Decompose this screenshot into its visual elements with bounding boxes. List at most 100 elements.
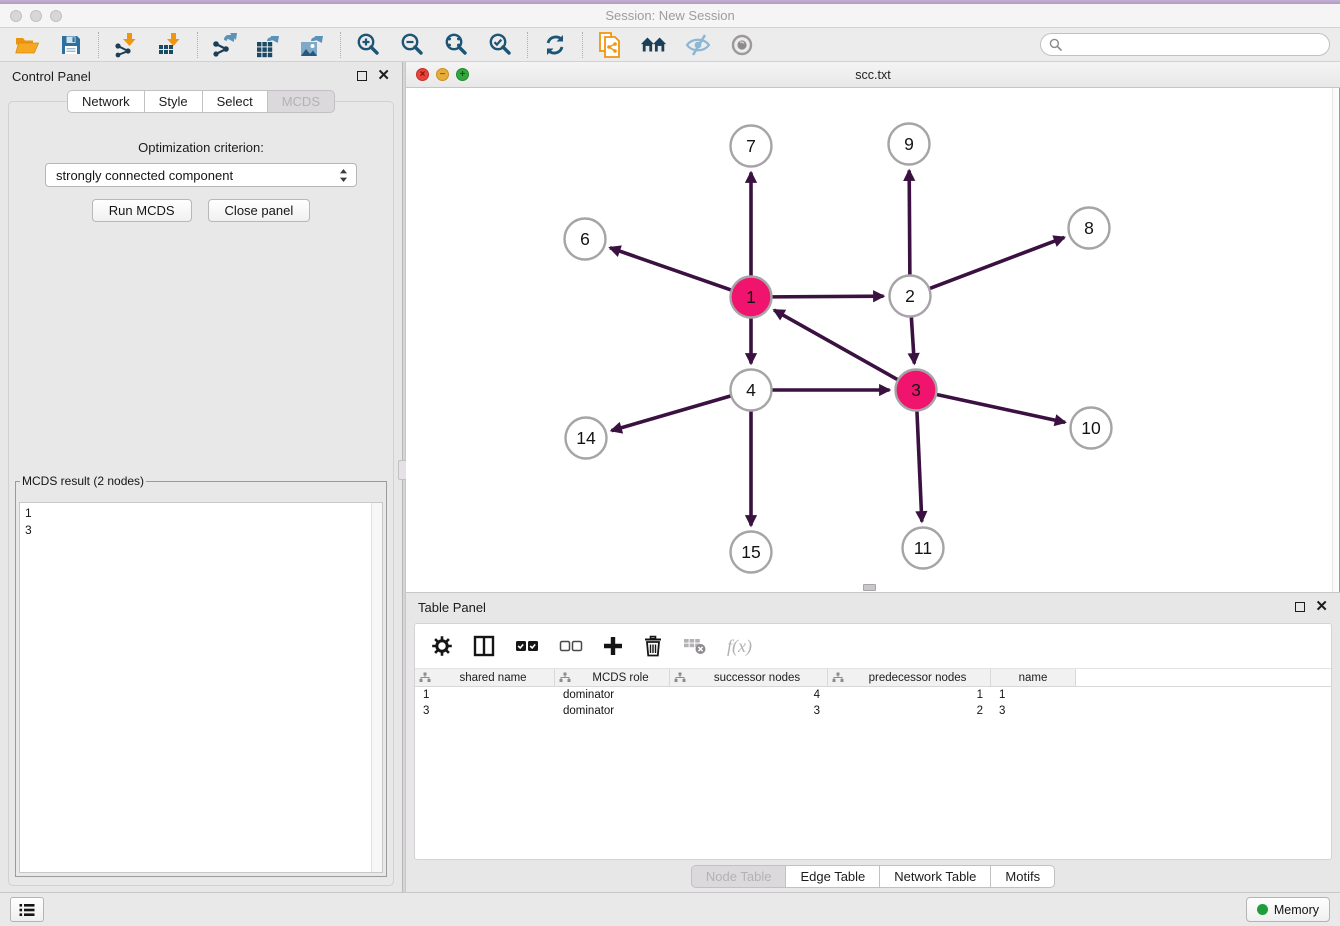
graph-edge-1-2[interactable] [771,296,883,297]
tab-node-table[interactable]: Node Table [691,865,786,888]
column-header-shared-name[interactable]: shared name [415,669,555,686]
graph-node-1[interactable]: 1 [731,277,772,318]
table-row[interactable]: 1dominator411 [415,687,1331,703]
tab-network-table[interactable]: Network Table [879,865,990,888]
table-cell[interactable]: 1 [828,687,991,703]
table-cell[interactable]: 1 [415,687,555,703]
import-network-icon[interactable] [112,32,140,58]
network-resize-grip[interactable] [863,584,876,591]
graph-edge-3-1[interactable] [774,310,898,380]
network-graph[interactable]: 7 9 6 8 1 2 4 3 14 10 15 11 [406,88,1339,591]
memory-button[interactable]: Memory [1246,897,1330,922]
export-image-icon[interactable] [299,32,327,58]
float-table-panel-icon[interactable] [1295,602,1305,612]
tab-motifs[interactable]: Motifs [990,865,1055,888]
memory-status-icon [1257,904,1268,915]
column-header-predecessor-nodes[interactable]: predecessor nodes [828,669,991,686]
optimization-criterion-select[interactable]: strongly connected component [45,163,357,187]
close-table-panel-icon[interactable]: ✕ [1315,602,1328,612]
table-cell[interactable]: 3 [415,703,555,719]
hierarchy-icon [832,672,844,683]
network-window-titlebar[interactable]: scc.txt × − + [406,62,1340,88]
panel-divider[interactable] [402,62,405,892]
graph-node-8[interactable]: 8 [1069,208,1110,249]
tab-select[interactable]: Select [202,90,267,113]
hide-graphics-details-icon[interactable] [684,32,712,58]
graph-node-14[interactable]: 14 [566,418,607,459]
graph-edge-2-9[interactable] [909,170,910,275]
zoom-in-icon[interactable] [354,32,382,58]
graph-edge-3-10[interactable] [936,394,1065,422]
graph-node-4[interactable]: 4 [731,370,772,411]
graph-node-7[interactable]: 7 [731,126,772,167]
graph-edge-2-8[interactable] [929,237,1064,288]
table-row[interactable]: 3dominator323 [415,703,1331,719]
task-history-button[interactable] [10,897,44,922]
graph-node-11[interactable]: 11 [903,528,944,569]
import-table-icon[interactable] [156,32,184,58]
search-field[interactable] [1040,33,1330,56]
save-session-icon[interactable] [57,32,85,58]
search-input[interactable] [1067,38,1321,52]
table-cell[interactable]: dominator [555,687,670,703]
select-all-icon[interactable] [515,639,539,653]
select-arrows-icon [339,168,348,183]
tab-network[interactable]: Network [67,90,144,113]
export-network-icon[interactable] [211,32,239,58]
zoom-selected-icon[interactable] [486,32,514,58]
graph-edge-2-3[interactable] [911,316,914,363]
graph-node-6[interactable]: 6 [565,219,606,260]
deselect-all-icon[interactable] [559,639,583,653]
result-scrollbar[interactable] [371,503,382,872]
close-panel-icon[interactable]: ✕ [377,71,390,81]
network-canvas[interactable]: 7 9 6 8 1 2 4 3 14 10 15 11 [406,88,1340,592]
column-header-MCDS-role[interactable]: MCDS role [555,669,670,686]
graph-node-10[interactable]: 10 [1071,408,1112,449]
zoom-fit-icon[interactable] [442,32,470,58]
graph-edge-1-6[interactable] [610,248,732,290]
open-session-icon[interactable] [13,32,41,58]
delete-table-icon[interactable] [683,637,707,655]
network-maximize-button[interactable]: + [456,68,469,81]
titlebar[interactable]: Session: New Session [0,4,1340,28]
graph-edge-4-14[interactable] [611,396,731,431]
settings-icon[interactable] [431,635,453,657]
tab-style[interactable]: Style [144,90,202,113]
delete-row-icon[interactable] [643,635,663,657]
run-mcds-button[interactable]: Run MCDS [92,199,192,222]
column-header-successor-nodes[interactable]: successor nodes [670,669,828,686]
svg-text:15: 15 [741,542,760,562]
graph-node-9[interactable]: 9 [889,124,930,165]
column-header-label: successor nodes [691,672,823,684]
tab-edge-table[interactable]: Edge Table [785,865,879,888]
function-builder-icon[interactable]: f(x) [727,636,752,657]
column-header-name[interactable]: name [991,669,1076,686]
table-cell[interactable]: 3 [991,703,1076,719]
network-close-button[interactable]: × [416,68,429,81]
graph-node-2[interactable]: 2 [890,276,931,317]
graph-node-3[interactable]: 3 [896,370,937,411]
tab-mcds[interactable]: MCDS [267,90,335,113]
refresh-icon[interactable] [541,32,569,58]
add-row-icon[interactable] [603,636,623,656]
graph-node-15[interactable]: 15 [731,532,772,573]
table-cell[interactable]: 3 [670,703,828,719]
search-icon [1049,38,1062,51]
network-scrollbar[interactable] [1332,88,1339,592]
table-cell[interactable]: 1 [991,687,1076,703]
table-cell[interactable]: 4 [670,687,828,703]
close-panel-button[interactable]: Close panel [208,199,311,222]
table-cell[interactable]: 2 [828,703,991,719]
home-icon[interactable] [640,32,668,58]
mcds-result-text[interactable]: 13 [19,502,383,873]
table-cell[interactable]: dominator [555,703,670,719]
column-layout-icon[interactable] [473,635,495,657]
export-table-icon[interactable] [255,32,283,58]
clone-network-icon[interactable] [596,32,624,58]
network-minimize-button[interactable]: − [436,68,449,81]
float-panel-icon[interactable] [357,71,367,81]
memory-label: Memory [1274,903,1319,917]
zoom-out-icon[interactable] [398,32,426,58]
graph-edge-3-11[interactable] [917,410,922,521]
show-graphics-details-icon[interactable] [728,32,756,58]
